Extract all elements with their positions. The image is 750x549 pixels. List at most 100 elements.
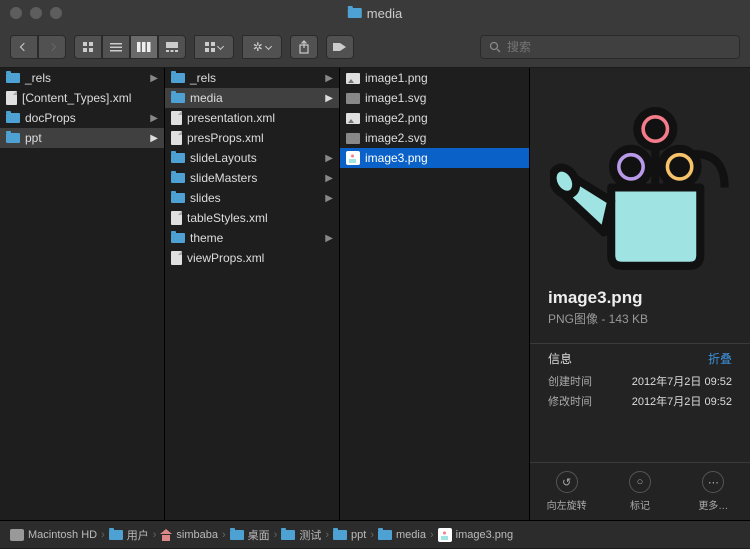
folder-icon: [171, 93, 185, 103]
column-3[interactable]: image1.pngimage1.svgimage2.pngimage2.svg…: [340, 68, 530, 520]
action-rotate-left[interactable]: ↺ 向左旋转: [530, 471, 603, 512]
item-label: _rels: [25, 71, 51, 85]
view-gallery-button[interactable]: [158, 35, 186, 59]
list-item[interactable]: docProps▶: [0, 108, 164, 128]
item-label: _rels: [190, 71, 216, 85]
item-label: tableStyles.xml: [187, 211, 268, 225]
folder-icon: [171, 73, 185, 83]
search-field[interactable]: [480, 35, 740, 59]
path-segment[interactable]: media: [378, 529, 426, 541]
list-item[interactable]: theme▶: [165, 228, 339, 248]
list-item[interactable]: image2.png: [340, 108, 529, 128]
path-segment[interactable]: ppt: [333, 529, 366, 541]
item-label: slideLayouts: [190, 151, 257, 165]
item-label: theme: [190, 231, 223, 245]
path-segment[interactable]: Macintosh HD: [10, 529, 97, 541]
item-label: docProps: [25, 111, 76, 125]
list-item[interactable]: image1.png: [340, 68, 529, 88]
column-2[interactable]: _rels▶media▶presentation.xmlpresProps.xm…: [165, 68, 340, 520]
path-separator: ›: [274, 529, 278, 541]
list-item[interactable]: tableStyles.xml: [165, 208, 339, 228]
rotate-left-icon: ↺: [556, 471, 578, 493]
info-row: 修改时间2012年7月2日 09:52: [530, 391, 750, 411]
item-label: slides: [190, 191, 221, 205]
list-item[interactable]: presentation.xml: [165, 108, 339, 128]
list-item[interactable]: ppt▶: [0, 128, 164, 148]
path-label: 用户: [127, 527, 149, 543]
path-label: image3.png: [456, 529, 514, 541]
chevron-right-icon: [48, 42, 56, 50]
arrange-group: [194, 35, 234, 59]
collapse-link[interactable]: 折叠: [708, 350, 732, 367]
list-item[interactable]: slideLayouts▶: [165, 148, 339, 168]
file-icon: [6, 91, 17, 105]
view-columns-button[interactable]: [130, 35, 158, 59]
action-menu-button[interactable]: ✲: [242, 35, 282, 59]
zoom-window-button[interactable]: [50, 7, 62, 19]
more-icon: ⋯: [702, 471, 724, 493]
list-item[interactable]: image3.png: [340, 148, 529, 168]
list-item[interactable]: _rels▶: [165, 68, 339, 88]
share-button[interactable]: [290, 35, 318, 59]
column-1[interactable]: _rels▶[Content_Types].xmldocProps▶ppt▶: [0, 68, 165, 520]
view-icons-button[interactable]: [74, 35, 102, 59]
search-icon: [489, 41, 501, 53]
toolbar: ✲: [0, 26, 750, 68]
list-item[interactable]: image2.svg: [340, 128, 529, 148]
list-item[interactable]: media▶: [165, 88, 339, 108]
list-item[interactable]: [Content_Types].xml: [0, 88, 164, 108]
minimize-window-button[interactable]: [30, 7, 42, 19]
folder-icon: [348, 8, 362, 18]
action-more[interactable]: ⋯ 更多…: [677, 471, 750, 512]
path-separator: ›: [325, 529, 329, 541]
list-icon: [110, 41, 122, 53]
chevron-left-icon: [20, 42, 28, 50]
folder-icon: [171, 193, 185, 203]
folder-icon: [378, 530, 392, 540]
list-item[interactable]: slideMasters▶: [165, 168, 339, 188]
path-label: ppt: [351, 529, 366, 541]
preview-filename: image3.png: [530, 288, 750, 308]
info-value: 2012年7月2日 09:52: [632, 393, 732, 409]
watering-can-image: [550, 84, 730, 273]
action-label: 更多…: [698, 497, 728, 512]
view-list-button[interactable]: [102, 35, 130, 59]
preview-pane: image3.png PNG图像 - 143 KB 信息 折叠 创建时间2012…: [530, 68, 750, 520]
search-input[interactable]: [507, 40, 731, 54]
path-segment[interactable]: 用户: [109, 527, 149, 543]
svg-icon: [346, 133, 360, 144]
back-button[interactable]: [10, 35, 38, 59]
columns-icon: [137, 41, 151, 53]
path-segment[interactable]: simbaba: [160, 529, 218, 541]
gear-icon: ✲: [253, 40, 263, 54]
path-segment[interactable]: 桌面: [230, 527, 270, 543]
list-item[interactable]: slides▶: [165, 188, 339, 208]
item-label: presProps.xml: [187, 131, 264, 145]
item-label: image3.png: [365, 151, 428, 165]
path-label: simbaba: [176, 529, 218, 541]
path-bar[interactable]: Macintosh HD›用户›simbaba›桌面›测试›ppt›media›…: [0, 520, 750, 548]
window-title-text: media: [367, 6, 402, 21]
path-separator: ›: [101, 529, 105, 541]
path-segment[interactable]: image3.png: [438, 528, 514, 542]
list-item[interactable]: image1.svg: [340, 88, 529, 108]
item-label: viewProps.xml: [187, 251, 264, 265]
list-item[interactable]: viewProps.xml: [165, 248, 339, 268]
chevron-right-icon: ▶: [325, 173, 333, 184]
tags-button[interactable]: [326, 35, 354, 59]
close-window-button[interactable]: [10, 7, 22, 19]
image-icon: [346, 113, 360, 124]
folder-icon: [6, 113, 20, 123]
action-label: 向左旋转: [547, 497, 587, 512]
arrange-button[interactable]: [194, 35, 234, 59]
path-segment[interactable]: 测试: [281, 527, 321, 543]
nav-group: [10, 35, 66, 59]
list-item[interactable]: presProps.xml: [165, 128, 339, 148]
list-item[interactable]: _rels▶: [0, 68, 164, 88]
file-icon: [171, 251, 182, 265]
action-tag[interactable]: ○标记: [603, 471, 676, 512]
forward-button[interactable]: [38, 35, 66, 59]
chevron-down-icon: [265, 43, 272, 50]
folder-icon: [171, 173, 185, 183]
info-header: 信息 折叠: [530, 343, 750, 371]
